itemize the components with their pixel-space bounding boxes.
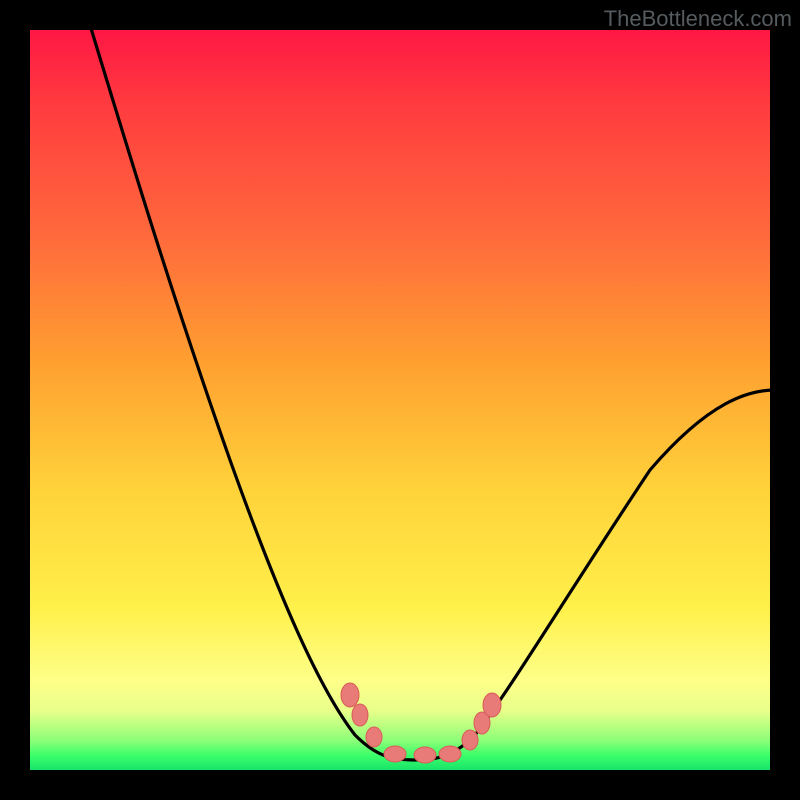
marker	[341, 683, 359, 707]
watermark-text: TheBottleneck.com	[604, 6, 792, 32]
marker	[352, 704, 368, 726]
marker	[384, 746, 406, 762]
curve-layer	[30, 30, 770, 770]
marker	[462, 730, 478, 750]
plot-area	[30, 30, 770, 770]
chart-frame: TheBottleneck.com	[0, 0, 800, 800]
marker	[483, 693, 501, 717]
marker	[439, 746, 461, 762]
marker	[414, 747, 436, 763]
valley-markers	[341, 683, 501, 763]
bottleneck-curve	[90, 25, 775, 760]
marker	[366, 727, 382, 747]
